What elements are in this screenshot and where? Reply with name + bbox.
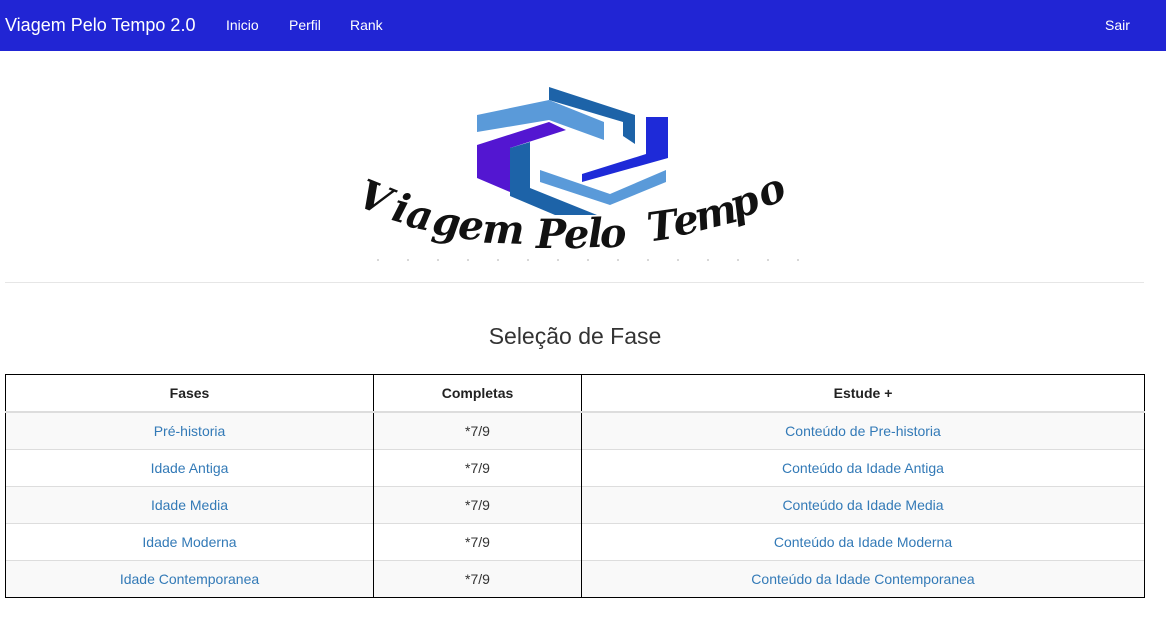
study-cell: Conteúdo da Idade Contemporanea: [581, 560, 1145, 598]
phase-selection-table: Fases Completas Estude + Pré-historia *7…: [5, 374, 1145, 598]
top-navbar: Viagem Pelo Tempo 2.0 Inicio Perfil Rank…: [0, 0, 1166, 51]
study-cell: Conteúdo da Idade Media: [581, 486, 1145, 524]
phase-cell: Idade Media: [5, 486, 374, 524]
phase-link-pre-historia[interactable]: Pré-historia: [154, 423, 226, 439]
nav-link-rank[interactable]: Rank: [350, 17, 383, 34]
column-header-fases: Fases: [5, 374, 374, 413]
phase-cell: Pré-historia: [5, 411, 374, 450]
completed-cell: *7/9: [373, 449, 582, 487]
table-row: Pré-historia *7/9 Conteúdo de Pre-histor…: [5, 411, 1145, 450]
completed-cell: *7/9: [373, 486, 582, 524]
phase-cell: Idade Contemporanea: [5, 560, 374, 598]
table-row: Idade Media *7/9 Conteúdo da Idade Media: [5, 486, 1145, 524]
phase-cell: Idade Antiga: [5, 449, 374, 487]
table-row: Idade Contemporanea *7/9 Conteúdo da Ida…: [5, 560, 1145, 598]
svg-text:e: e: [563, 211, 589, 258]
completed-cell: *7/9: [373, 523, 582, 561]
brand-link[interactable]: Viagem Pelo Tempo 2.0: [5, 14, 195, 36]
logout-link[interactable]: Sair: [1105, 17, 1130, 34]
svg-text:o: o: [598, 209, 628, 258]
study-link-idade-media[interactable]: Conteúdo da Idade Media: [782, 497, 943, 513]
table-row: Idade Moderna *7/9 Conteúdo da Idade Mod…: [5, 523, 1145, 561]
page-title: Seleção de Fase: [488, 323, 662, 349]
phase-cell: Idade Moderna: [5, 523, 374, 561]
completed-cell: *7/9: [373, 560, 582, 598]
table-row: Idade Antiga *7/9 Conteúdo da Idade Anti…: [5, 449, 1145, 487]
logo-divider: [5, 282, 1144, 283]
column-header-estude: Estude +: [581, 374, 1145, 413]
phase-link-idade-antiga[interactable]: Idade Antiga: [151, 460, 229, 476]
column-header-completas: Completas: [373, 374, 582, 413]
svg-text:m: m: [481, 206, 525, 254]
phase-link-idade-contemporanea[interactable]: Idade Contemporanea: [120, 571, 259, 587]
phase-link-idade-media[interactable]: Idade Media: [151, 497, 228, 513]
completed-cell: *7/9: [373, 411, 582, 450]
study-cell: Conteúdo de Pre-historia: [581, 411, 1145, 450]
study-cell: Conteúdo da Idade Moderna: [581, 523, 1145, 561]
study-link-idade-moderna[interactable]: Conteúdo da Idade Moderna: [774, 534, 952, 550]
study-cell: Conteúdo da Idade Antiga: [581, 449, 1145, 487]
table-header-row: Fases Completas Estude +: [5, 374, 1145, 413]
phase-link-idade-moderna[interactable]: Idade Moderna: [142, 534, 236, 550]
study-link-idade-antiga[interactable]: Conteúdo da Idade Antiga: [782, 460, 944, 476]
nav-link-perfil[interactable]: Perfil: [289, 17, 321, 34]
study-link-pre-historia[interactable]: Conteúdo de Pre-historia: [785, 423, 941, 439]
study-link-idade-contemporanea[interactable]: Conteúdo da Idade Contemporanea: [751, 571, 974, 587]
site-logo: V i a g e m P e l o T e m p o: [350, 82, 806, 264]
nav-link-inicio[interactable]: Inicio: [226, 17, 259, 34]
